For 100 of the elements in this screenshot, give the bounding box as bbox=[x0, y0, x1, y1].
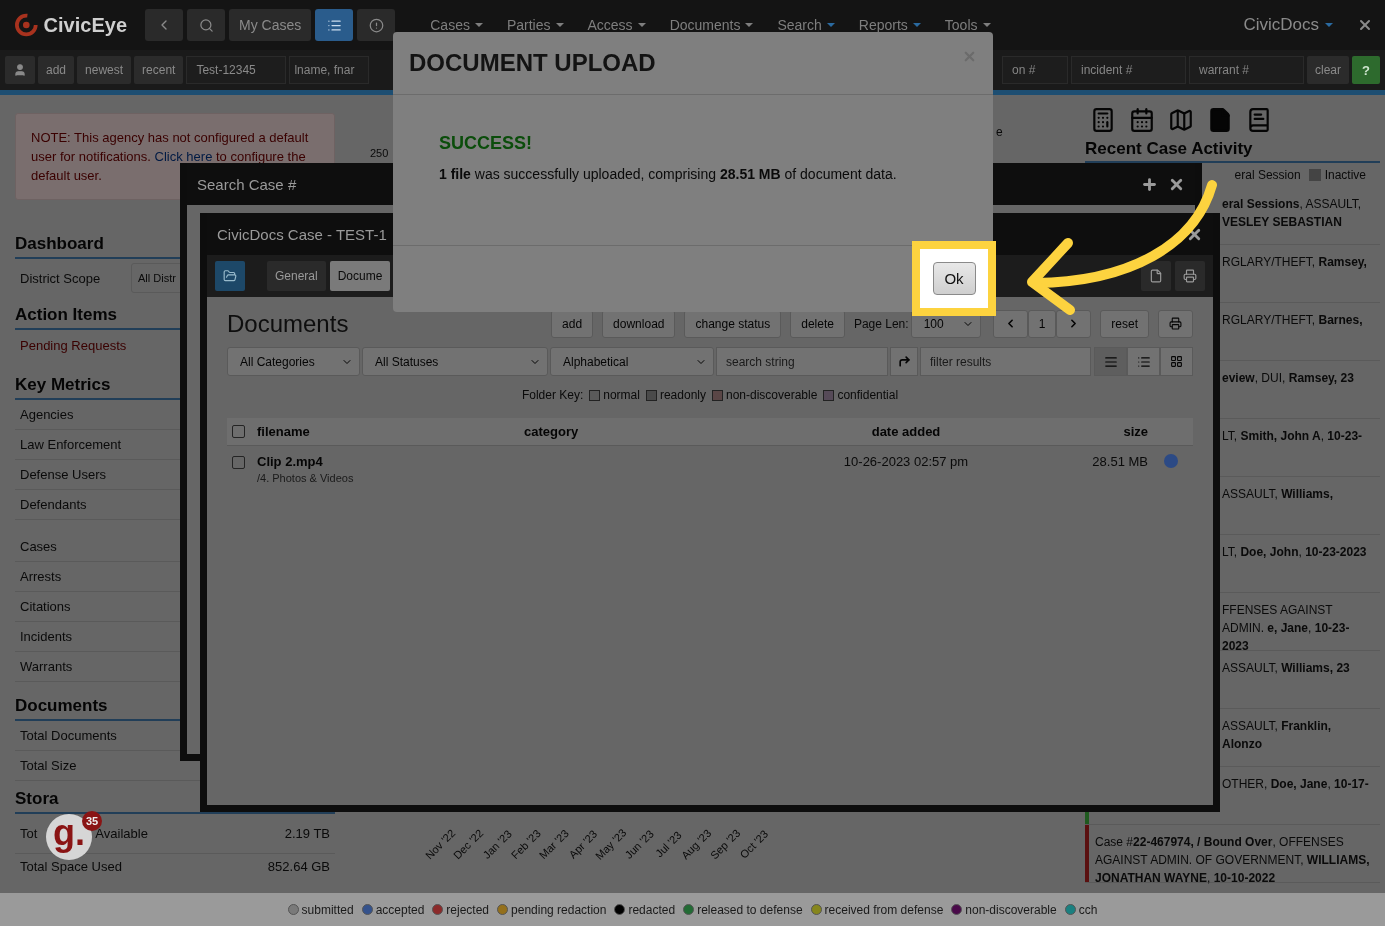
previous-button[interactable] bbox=[992, 309, 1028, 338]
category-select[interactable]: All Categories bbox=[227, 347, 360, 376]
app-logo-text: CivicEye bbox=[43, 13, 127, 37]
menu-item[interactable]: Tools bbox=[933, 17, 1002, 33]
metric-label: Tot bbox=[20, 826, 38, 841]
status-select[interactable]: All Statuses bbox=[362, 347, 548, 376]
page-number[interactable]: 1 bbox=[1027, 309, 1057, 338]
menu-item[interactable]: Access bbox=[576, 17, 657, 33]
calendar-icon[interactable] bbox=[1129, 107, 1155, 133]
activity-text[interactable]: RGLARY/THEFT, Barnes, bbox=[1222, 311, 1363, 329]
clear-button[interactable]: clear bbox=[1307, 56, 1349, 84]
action-link[interactable]: Pending Requests bbox=[20, 338, 127, 353]
select-all-checkbox[interactable] bbox=[232, 425, 245, 438]
axis-label: Jul '23 bbox=[652, 828, 684, 859]
column-header[interactable]: category bbox=[524, 424, 579, 439]
view-button[interactable] bbox=[1127, 347, 1160, 376]
menu-item[interactable]: Cases bbox=[419, 17, 494, 33]
metric-label: Total Size bbox=[20, 758, 77, 773]
key-label: normal bbox=[603, 388, 640, 402]
column-header[interactable]: date added bbox=[871, 424, 941, 439]
folder-icon bbox=[223, 269, 237, 283]
menu-item[interactable]: Search bbox=[766, 17, 846, 33]
print-icon bbox=[1183, 269, 1197, 283]
info-icon bbox=[368, 17, 384, 33]
status-label: submitted bbox=[301, 902, 354, 917]
user-button[interactable] bbox=[5, 56, 35, 84]
calculator-icon[interactable] bbox=[1090, 107, 1116, 133]
activity-text[interactable]: FFENSES AGAINST ADMIN. e, Jane, 10-23-2023 bbox=[1222, 601, 1370, 655]
row-checkbox[interactable] bbox=[232, 456, 245, 469]
status-label: released to defense bbox=[697, 902, 803, 917]
map-icon[interactable] bbox=[1168, 107, 1194, 133]
status-label: non-discoverable bbox=[965, 902, 1057, 917]
key-label: readonly bbox=[659, 388, 706, 402]
page-length-label: Page Len: bbox=[853, 316, 909, 331]
list-button[interactable] bbox=[315, 9, 354, 41]
status-label: redacted bbox=[628, 902, 676, 917]
menu-item[interactable]: Reports bbox=[847, 17, 932, 33]
metric-label: Total Space Used bbox=[20, 859, 122, 874]
metric-label: Defendants bbox=[20, 497, 87, 512]
chart-text: e bbox=[996, 125, 1003, 139]
share-button[interactable] bbox=[890, 347, 918, 376]
bar-button[interactable]: recent bbox=[134, 56, 184, 84]
print-button[interactable] bbox=[1158, 309, 1193, 338]
activity-text[interactable]: Case #22-467974, / Bound Over, OFFENSES AGAINST ADMIN. OF GOVERNMENT, WILLIAMS, JONATHAN WAYNE, 10-10-2022 bbox=[1095, 833, 1370, 887]
help-button[interactable]: ? bbox=[1352, 56, 1380, 84]
search-field[interactable]: on # bbox=[1002, 56, 1068, 84]
table-cell-text: 28.51 MB bbox=[1092, 454, 1148, 471]
status-label: cch bbox=[1078, 902, 1098, 917]
dialog-title: DOCUMENT UPLOAD bbox=[409, 49, 656, 77]
column-header[interactable]: size bbox=[1123, 424, 1148, 439]
next-button[interactable] bbox=[1056, 309, 1092, 338]
view-button[interactable] bbox=[1094, 347, 1127, 376]
menu-item[interactable]: Parties bbox=[495, 17, 575, 33]
view-button[interactable] bbox=[1160, 347, 1193, 376]
table-cell-text: 10-26-2023 02:57 pm bbox=[843, 454, 969, 471]
case-number-field[interactable]: Test-12345 bbox=[186, 56, 287, 84]
bar-button[interactable]: newest bbox=[77, 56, 132, 84]
activity-text[interactable]: LT, Doe, John, 10-23-2023 bbox=[1222, 543, 1367, 561]
info-button[interactable] bbox=[357, 9, 396, 41]
add-icon[interactable] bbox=[1141, 175, 1158, 193]
book-icon[interactable] bbox=[1246, 107, 1272, 133]
file-name[interactable]: Clip 2.mp4 bbox=[257, 454, 354, 469]
activity-text[interactable]: ASSAULT, Franklin, Alonzo bbox=[1222, 717, 1370, 753]
search-icon bbox=[198, 17, 214, 33]
search-button[interactable] bbox=[187, 9, 225, 41]
name-field[interactable]: lname, fnar bbox=[289, 56, 370, 84]
success-heading: SUCCESS! bbox=[439, 133, 533, 154]
sort-select[interactable]: Alphabetical bbox=[550, 347, 714, 376]
activity-text[interactable]: ASSAULT, Williams, bbox=[1222, 485, 1334, 503]
filter-field[interactable]: filter results bbox=[920, 347, 1091, 376]
activity-text[interactable]: ASSAULT, Williams, 23 bbox=[1222, 659, 1350, 677]
my-cases-button[interactable]: My Cases bbox=[229, 9, 312, 41]
activity-text[interactable]: OTHER, Doe, Jane, 10-17- bbox=[1222, 775, 1369, 793]
configure-link[interactable]: Click here bbox=[154, 149, 213, 164]
bar-button[interactable]: add bbox=[38, 56, 75, 84]
menu-item[interactable]: Documents bbox=[658, 17, 765, 33]
print-button[interactable] bbox=[1175, 261, 1205, 291]
file-icon bbox=[1149, 269, 1163, 283]
activity-text[interactable]: LT, Smith, John A, 10-23- bbox=[1222, 427, 1363, 445]
search-field[interactable]: incident # bbox=[1071, 56, 1186, 84]
tab[interactable]: Docume bbox=[329, 261, 391, 291]
app-switcher[interactable]: CivicDocs bbox=[1243, 15, 1333, 35]
activity-text[interactable]: eview, DUI, Ramsey, 23 bbox=[1222, 369, 1354, 387]
file-icon[interactable] bbox=[1207, 107, 1233, 133]
column-header[interactable]: filename bbox=[257, 424, 310, 439]
ok-button[interactable]: Ok bbox=[932, 262, 976, 295]
activity-text[interactable]: eral Sessions, ASSAULT, VESLEY SEBASTIAN bbox=[1222, 195, 1370, 231]
file-button[interactable] bbox=[1141, 261, 1171, 291]
tab[interactable]: General bbox=[267, 261, 326, 291]
close-icon[interactable] bbox=[1357, 17, 1373, 33]
metric-label: Arrests bbox=[20, 569, 62, 584]
reset-button[interactable]: reset bbox=[1100, 309, 1149, 338]
activity-text[interactable]: RGLARY/THEFT, Ramsey, bbox=[1222, 253, 1367, 271]
logo-icon bbox=[15, 13, 38, 37]
grid-icon bbox=[1170, 355, 1183, 368]
folder-button[interactable] bbox=[215, 261, 245, 291]
window-title: Search Case # bbox=[197, 175, 297, 193]
search-field[interactable]: warrant # bbox=[1189, 56, 1304, 84]
search-field[interactable]: search string bbox=[716, 347, 888, 376]
metric-label: Agencies bbox=[20, 407, 74, 422]
